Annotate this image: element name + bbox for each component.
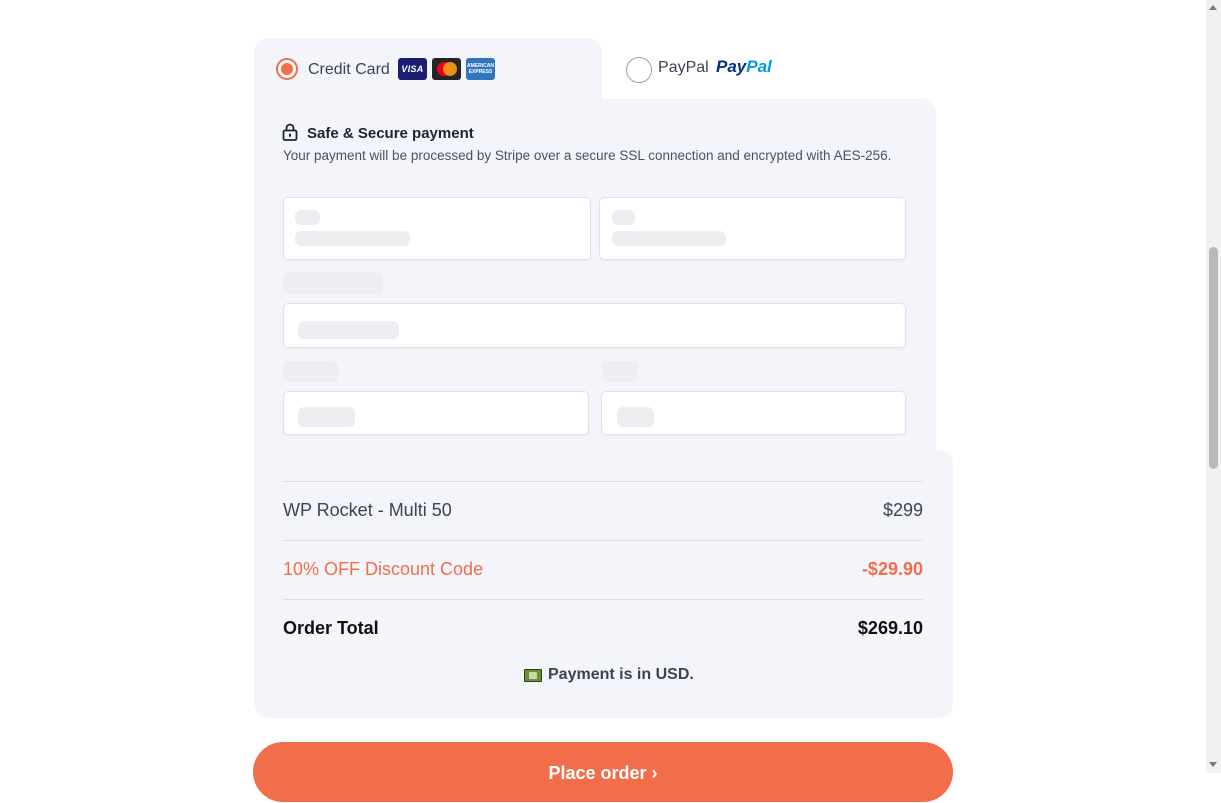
place-order-button[interactable]: Place order › bbox=[253, 742, 953, 802]
amex-icon: AMERICAN EXPRESS bbox=[466, 58, 495, 80]
divider bbox=[283, 481, 923, 482]
scroll-up-arrow-icon[interactable] bbox=[1209, 5, 1217, 10]
paypal-label[interactable]: PayPal bbox=[658, 59, 709, 77]
skeleton-bar bbox=[295, 231, 410, 246]
skeleton-label bbox=[602, 361, 638, 382]
cvc-field-skeleton[interactable] bbox=[601, 391, 906, 435]
skeleton-bar bbox=[612, 210, 635, 225]
skeleton-bar bbox=[298, 407, 355, 427]
secure-payment-title: Safe & Secure payment bbox=[307, 125, 474, 142]
scroll-down-arrow-icon[interactable] bbox=[1209, 762, 1217, 767]
expiry-field-skeleton[interactable] bbox=[283, 391, 589, 435]
order-total-label: Order Total bbox=[283, 618, 379, 638]
discount-name: 10% OFF Discount Code bbox=[283, 559, 484, 579]
skeleton-bar bbox=[298, 321, 399, 339]
paypal-radio[interactable] bbox=[626, 57, 652, 83]
skeleton-label bbox=[283, 361, 338, 382]
lock-icon bbox=[282, 123, 298, 141]
scrollbar-thumb[interactable] bbox=[1209, 247, 1218, 469]
visa-icon: VISA bbox=[398, 58, 427, 80]
skeleton-label bbox=[283, 272, 383, 294]
divider bbox=[283, 599, 923, 600]
credit-card-label[interactable]: Credit Card bbox=[308, 61, 390, 79]
divider bbox=[283, 540, 923, 541]
paypal-logo: PayPal bbox=[716, 57, 772, 76]
credit-card-tab[interactable] bbox=[254, 38, 602, 102]
order-total-amount: $269.10 bbox=[857, 618, 923, 638]
item-name: WP Rocket - Multi 50 bbox=[283, 500, 452, 520]
item-price: $299 bbox=[882, 500, 923, 520]
skeleton-bar bbox=[617, 407, 654, 427]
credit-card-radio[interactable] bbox=[276, 58, 298, 80]
dollar-bill-icon bbox=[524, 669, 542, 682]
skeleton-bar bbox=[612, 231, 726, 246]
secure-payment-description: Your payment will be processed by Stripe… bbox=[283, 148, 892, 163]
discount-amount: -$29.90 bbox=[861, 559, 923, 579]
stripe-field-skeleton[interactable] bbox=[599, 197, 906, 260]
mastercard-icon bbox=[432, 58, 461, 80]
card-number-field-skeleton[interactable] bbox=[283, 303, 906, 348]
skeleton-bar bbox=[295, 210, 320, 225]
stripe-field-skeleton[interactable] bbox=[283, 197, 591, 260]
currency-note: Payment is in USD. bbox=[548, 666, 694, 683]
